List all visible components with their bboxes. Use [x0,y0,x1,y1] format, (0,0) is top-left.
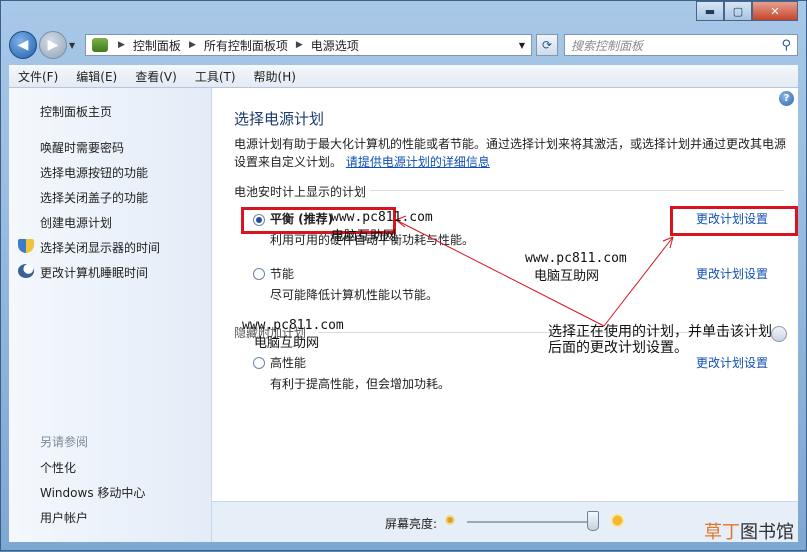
watermark: 草丁图书馆 [704,518,794,544]
annotation-url: www.pc811.com [525,251,627,266]
annotation-site: 电脑互助网 [254,336,320,351]
watermark-text: 图书馆 [740,522,794,543]
annotation-site: 电脑互助网 [331,229,397,244]
annotation-site: 电脑互助网 [534,269,600,284]
annotation-arrows [395,215,674,327]
annotation-url: www.pc811.com [331,210,433,225]
annotation-note-line-2: 后面的更改计划设置。 [548,340,688,356]
power-options-window: ▬ ▢ ✕ ◀ ▶ ▼ ▶ 控制面板 ▶ 所有控制面板项 ▶ 电源选项 ▼ ⟳ … [0,0,807,551]
watermark-accent: 草丁 [704,522,740,543]
annotation-url: www.pc811.com [242,318,344,333]
highlight-change-settings [670,206,798,236]
